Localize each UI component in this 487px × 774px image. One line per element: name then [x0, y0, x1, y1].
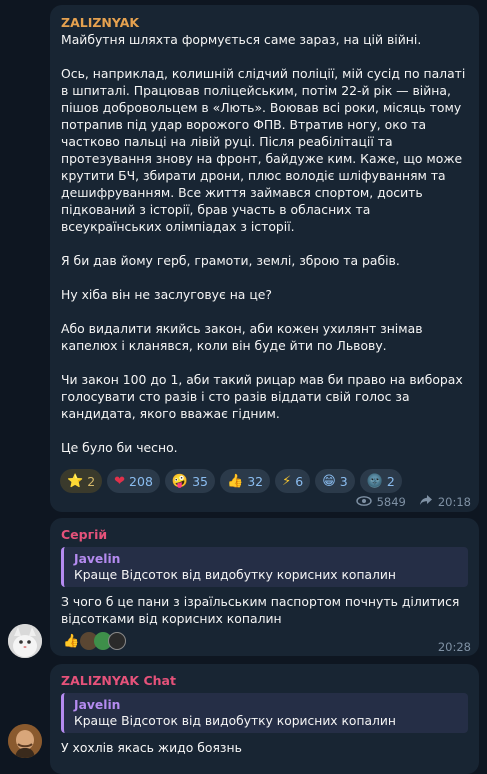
eye-icon — [355, 495, 372, 509]
reactions-bar: ⭐ 2 ❤ 208 🤪 35 👍 32 ⚡ 6 😁 3 🌚 2 — [60, 469, 402, 493]
share-icon[interactable] — [419, 494, 433, 509]
post-paragraph: Або видалити якийсь закон, аби кожен ухи… — [61, 321, 423, 353]
crazy-face-icon: 🤪 — [171, 473, 189, 489]
post-meta: 5849 20:18 — [355, 494, 471, 509]
reply-quote[interactable]: Javelin Краще Відсоток від видобутку кор… — [61, 547, 468, 587]
post-sender[interactable]: ZALIZNYAK — [61, 15, 468, 31]
lightning-icon: ⚡ — [282, 473, 292, 489]
reaction-count: 32 — [247, 473, 264, 489]
reaction-grin[interactable]: 😁 3 — [315, 469, 355, 493]
post-paragraph: Я би дав йому герб, грамоти, землі, збро… — [61, 253, 400, 268]
thumbs-up-icon: 👍 — [227, 473, 244, 489]
post-paragraph: Це було би чесно. — [61, 440, 178, 455]
reply-text: Краще Відсоток від видобутку корисних ко… — [74, 714, 396, 728]
star-icon: ⭐ — [67, 473, 84, 489]
reaction-lightning[interactable]: ⚡ 6 — [275, 469, 311, 493]
grin-icon: 😁 — [322, 473, 336, 489]
heart-icon: ❤ — [114, 473, 126, 489]
custom-emoji-icon[interactable] — [108, 632, 127, 650]
avatar-zaliznyak-chat[interactable] — [8, 724, 42, 758]
post-paragraph: Майбутня шляхта формується саме зараз, н… — [61, 32, 422, 47]
reaction-count: 2 — [386, 473, 395, 489]
reaction-dark-moon[interactable]: 🌚 2 — [359, 469, 402, 493]
reaction-heart[interactable]: ❤ 208 — [107, 469, 160, 493]
comment-text: З чого б це пани з ізраїльським паспорто… — [61, 594, 460, 626]
thumbs-up-icon[interactable]: 👍 — [63, 632, 79, 652]
dark-moon-icon: 🌚 — [366, 473, 383, 489]
views-count: 5849 — [376, 494, 406, 509]
reaction-count: 3 — [339, 473, 348, 489]
reply-text: Краще Відсоток від видобутку корисних ко… — [74, 568, 396, 582]
reply-author: Javelin — [74, 552, 121, 566]
custom-reactions: 👍 — [61, 632, 468, 652]
post-paragraph: Ось, наприклад, колишній слідчий поліції… — [61, 66, 466, 234]
reaction-thumbs-up[interactable]: 👍 32 — [220, 469, 271, 493]
reply-quote[interactable]: Javelin Краще Відсоток від видобутку кор… — [61, 693, 468, 733]
reaction-crazy-face[interactable]: 🤪 35 — [164, 469, 215, 493]
reply-author: Javelin — [74, 698, 121, 712]
reaction-count: 2 — [87, 473, 96, 489]
avatar-sergii[interactable] — [8, 624, 42, 658]
post-paragraph: Ну хіба він не заслуговує на це? — [61, 287, 272, 302]
comment-bubble: Сергій Javelin Краще Відсоток від видобу… — [50, 518, 479, 656]
comment-text: У хохлів якась жидо боязнь — [61, 740, 242, 755]
comment-sender[interactable]: ZALIZNYAK Chat — [61, 673, 468, 689]
post-time: 20:18 — [437, 494, 471, 509]
reaction-count: 35 — [192, 473, 208, 489]
comment-bubble: ZALIZNYAK Chat Javelin Краще Відсоток ві… — [50, 664, 479, 774]
post-text: Майбутня шляхта формується саме зараз, н… — [61, 31, 468, 456]
channel-post: ZALIZNYAK Майбутня шляхта формується сам… — [50, 5, 479, 512]
reaction-count: 208 — [129, 473, 153, 489]
reaction-star[interactable]: ⭐ 2 — [60, 469, 103, 493]
comment-sender[interactable]: Сергій — [61, 527, 468, 543]
post-paragraph: Чи закон 100 до 1, аби такий рицар мав б… — [61, 372, 463, 421]
comment-time: 20:28 — [437, 640, 471, 654]
reaction-count: 6 — [295, 473, 304, 489]
